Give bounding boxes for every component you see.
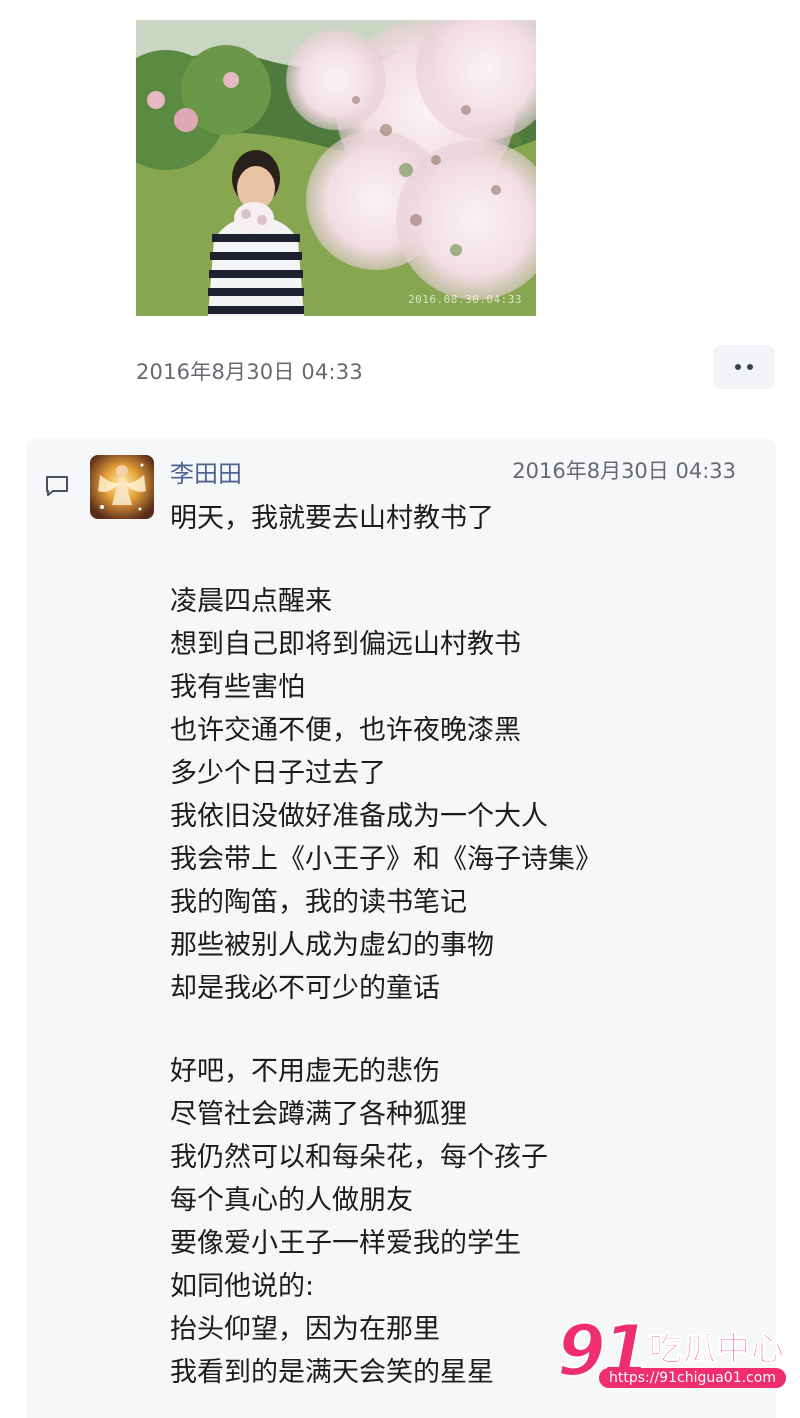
- post-timestamp: 2016年8月30日 04:33: [136, 360, 363, 384]
- comment-icon: [46, 476, 68, 496]
- comment-line: 我仍然可以和每朵花，每个孩子: [170, 1142, 548, 1173]
- photo-date-stamp: 2016.08.30.04:33: [408, 293, 522, 306]
- comment-line: 我有些害怕: [170, 672, 305, 703]
- watermark-url: https://91chigua01.com: [599, 1368, 786, 1388]
- comment-line: 想到自己即将到偏远山村教书: [170, 629, 521, 660]
- avatar[interactable]: [90, 455, 154, 519]
- comment-line: 每个真心的人做朋友: [170, 1185, 413, 1216]
- post-photo[interactable]: 2016.08.30.04:33: [136, 20, 536, 316]
- comment-line: 我的陶笛，我的读书笔记: [170, 887, 467, 918]
- comment-line: 多少个日子过去了: [170, 758, 386, 789]
- moments-page: 2016.08.30.04:33 2016年8月30日 04:33 李田田 20…: [0, 0, 800, 1418]
- comment-line: 要像爱小王子一样爱我的学生: [170, 1228, 521, 1259]
- comment-line: 我会带上《小王子》和《海子诗集》: [170, 844, 602, 875]
- ellipsis-icon: [735, 364, 741, 370]
- comment-line: 好吧，不用虚无的悲伤: [170, 1056, 440, 1087]
- comment-line: 凌晨四点醒来: [170, 586, 332, 617]
- comment-line: 如同他说的:: [170, 1271, 315, 1302]
- comment-line: 也许交通不便，也许夜晚漆黑: [170, 715, 521, 746]
- comment-line: 尽管社会蹲满了各种狐狸: [170, 1099, 467, 1130]
- comment-line: 我依旧没做好准备成为一个大人: [170, 801, 548, 832]
- ellipsis-icon-dot: [747, 364, 753, 370]
- avatar-fairy-image: [90, 455, 154, 519]
- comment-text: 明天，我就要去山村教书了 凌晨四点醒来想到自己即将到偏远山村教书 我有些害怕也许交通…: [170, 497, 750, 1394]
- comment-timestamp: 2016年8月30日 04:33: [512, 459, 736, 483]
- comment-line: 明天，我就要去山村教书了: [170, 503, 494, 534]
- watermark-logo: 91 吃瓜中心 https://91chigua01.com: [556, 1309, 787, 1406]
- comment-line: 却是我必不可少的童话: [170, 973, 440, 1004]
- photo-girl-with-blossoms: [136, 20, 536, 316]
- comment-line: 那些被别人成为虚幻的事物: [170, 930, 494, 961]
- comment-author[interactable]: 李田田: [170, 454, 242, 489]
- watermark-brand: 吃瓜中心: [649, 1329, 785, 1369]
- more-options-button[interactable]: [713, 345, 775, 389]
